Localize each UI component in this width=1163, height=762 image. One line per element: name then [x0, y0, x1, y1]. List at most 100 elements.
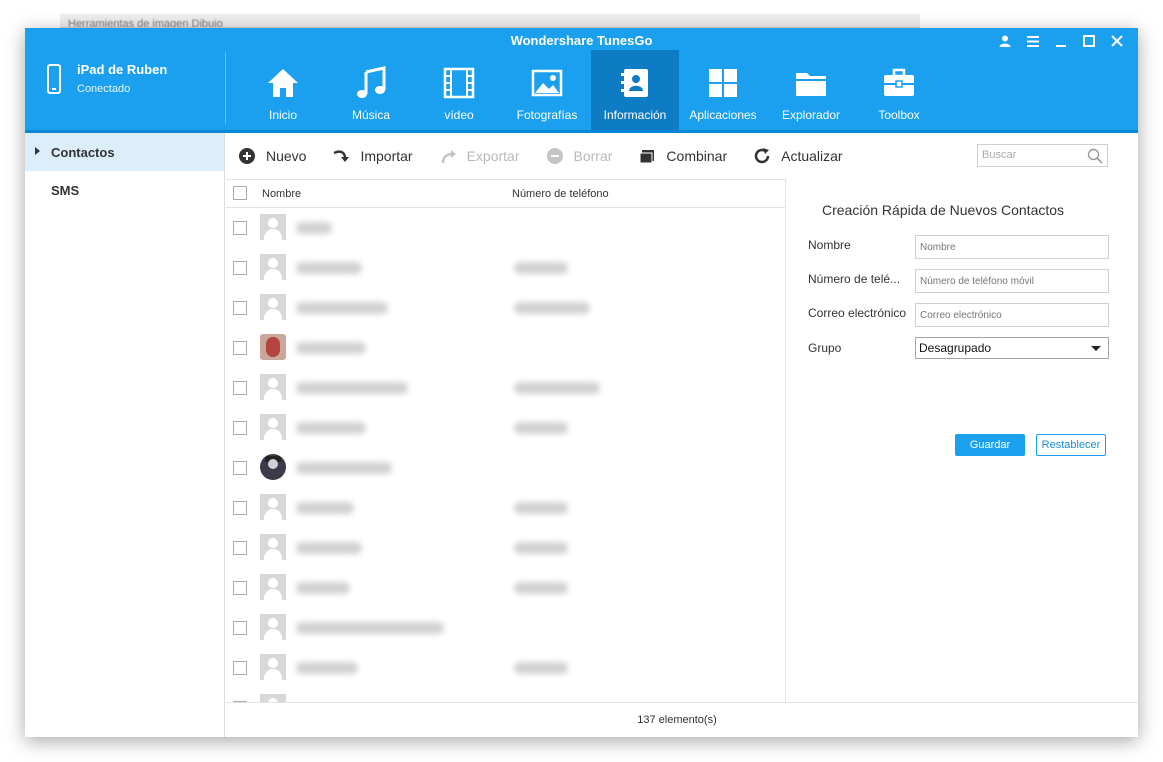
nav-informacion[interactable]: Información — [591, 50, 679, 130]
minimize-icon[interactable] — [1054, 32, 1068, 50]
contacts-toolbar: Nuevo Importar Exportar Borrar Combinar … — [226, 133, 1138, 179]
user-icon[interactable] — [998, 32, 1012, 50]
group-select[interactable]: Desagrupado — [915, 337, 1109, 359]
contact-name-blurred — [296, 262, 362, 274]
export-button[interactable]: Exportar — [439, 147, 520, 165]
close-icon[interactable] — [1110, 32, 1124, 50]
row-checkbox[interactable] — [233, 461, 247, 475]
contact-phone-blurred — [514, 582, 568, 594]
import-button-label: Importar — [360, 148, 413, 164]
expand-arrow-icon — [35, 147, 40, 155]
name-field[interactable] — [915, 235, 1109, 259]
import-arrow-icon — [333, 150, 350, 162]
new-button[interactable]: Nuevo — [238, 147, 306, 165]
contact-phone-blurred — [514, 542, 568, 554]
group-select-value: Desagrupado — [919, 341, 992, 355]
nav-video[interactable]: vídeo — [415, 50, 503, 130]
column-header-phone: Número de teléfono — [512, 187, 609, 200]
phone-field[interactable] — [915, 269, 1109, 293]
contact-row[interactable] — [226, 528, 786, 568]
sidebar-item-sms[interactable]: SMS — [25, 171, 224, 209]
export-arrow-icon — [441, 150, 456, 164]
header-divider — [225, 52, 226, 124]
row-checkbox[interactable] — [233, 221, 247, 235]
nav-toolbox[interactable]: Toolbox — [855, 50, 943, 130]
nav-label-musica: Música — [351, 108, 390, 122]
window-controls — [998, 32, 1124, 50]
contact-row[interactable] — [226, 208, 786, 248]
nav-fotografias[interactable]: Fotografías — [503, 50, 591, 130]
contact-name-blurred — [296, 582, 350, 594]
nav-musica[interactable]: Música — [327, 50, 415, 130]
reset-button[interactable]: Restablecer — [1036, 434, 1106, 456]
sidebar-item-label: Contactos — [51, 144, 115, 160]
email-field[interactable] — [915, 303, 1109, 327]
import-button[interactable]: Importar — [332, 147, 413, 165]
contact-row[interactable] — [226, 408, 786, 448]
email-label: Correo electrónico — [808, 306, 907, 320]
contact-row[interactable] — [226, 488, 786, 528]
row-checkbox[interactable] — [233, 621, 247, 635]
contact-row[interactable] — [226, 328, 786, 368]
maximize-icon[interactable] — [1082, 32, 1096, 50]
contact-row[interactable] — [226, 288, 786, 328]
item-count: 137 elemento(s) — [637, 714, 717, 726]
row-checkbox[interactable] — [233, 301, 247, 315]
contact-name-blurred — [296, 222, 332, 234]
row-checkbox[interactable] — [233, 541, 247, 555]
group-label: Grupo — [808, 341, 842, 355]
music-icon — [357, 66, 386, 98]
default-avatar-icon — [260, 614, 286, 640]
default-avatar-icon — [260, 214, 286, 240]
row-checkbox[interactable] — [233, 421, 247, 435]
contact-name-blurred — [296, 622, 444, 634]
default-avatar-icon — [260, 654, 286, 680]
search-input[interactable]: Buscar — [977, 144, 1108, 167]
save-button[interactable]: Guardar — [955, 434, 1025, 456]
photo-icon — [531, 69, 563, 97]
export-button-label: Exportar — [466, 148, 520, 164]
merge-button[interactable]: Combinar — [638, 147, 727, 165]
row-checkbox[interactable] — [233, 341, 247, 355]
contact-phone-blurred — [514, 662, 568, 674]
contact-row[interactable] — [226, 368, 786, 408]
nav-inicio[interactable]: Inicio — [239, 50, 327, 130]
menu-icon[interactable] — [1026, 32, 1040, 50]
nav-label-aplicaciones: Aplicaciones — [689, 108, 757, 122]
name-label: Nombre — [808, 238, 851, 252]
contact-list: Nombre Número de teléfono — [226, 179, 786, 702]
contact-row[interactable] — [226, 568, 786, 608]
row-checkbox[interactable] — [233, 381, 247, 395]
row-checkbox[interactable] — [233, 581, 247, 595]
contact-name-blurred — [296, 342, 366, 354]
contact-row[interactable] — [226, 648, 786, 688]
refresh-button-label: Actualizar — [781, 148, 843, 164]
search-icon[interactable] — [1087, 148, 1103, 164]
device-name: iPad de Ruben — [77, 62, 168, 77]
row-checkbox[interactable] — [233, 261, 247, 275]
nav-explorador[interactable]: Explorador — [767, 50, 855, 130]
row-checkbox[interactable] — [233, 661, 247, 675]
contact-row[interactable] — [226, 248, 786, 288]
minus-circle-icon — [546, 148, 563, 164]
sidebar-item-contactos[interactable]: Contactos — [25, 133, 224, 171]
contact-row[interactable] — [226, 608, 786, 648]
delete-button[interactable]: Borrar — [546, 147, 612, 165]
default-avatar-icon — [260, 574, 286, 600]
default-avatar-icon — [260, 534, 286, 560]
home-icon — [268, 69, 298, 97]
contact-row[interactable] — [226, 448, 786, 488]
contact-row[interactable] — [226, 688, 786, 702]
contact-phone-blurred — [514, 422, 568, 434]
default-avatar-icon — [260, 494, 286, 520]
apps-icon — [709, 69, 737, 97]
nav-label-video: vídeo — [444, 108, 474, 122]
nav-aplicaciones[interactable]: Aplicaciones — [679, 50, 767, 130]
merge-icon — [639, 150, 655, 164]
sidebar-item-label: SMS — [51, 182, 80, 198]
select-all-checkbox[interactable] — [233, 186, 247, 200]
default-avatar-icon — [260, 374, 286, 400]
row-checkbox[interactable] — [233, 501, 247, 515]
refresh-button[interactable]: Actualizar — [753, 147, 843, 165]
nav-label-fotografias: Fotografías — [516, 108, 578, 122]
